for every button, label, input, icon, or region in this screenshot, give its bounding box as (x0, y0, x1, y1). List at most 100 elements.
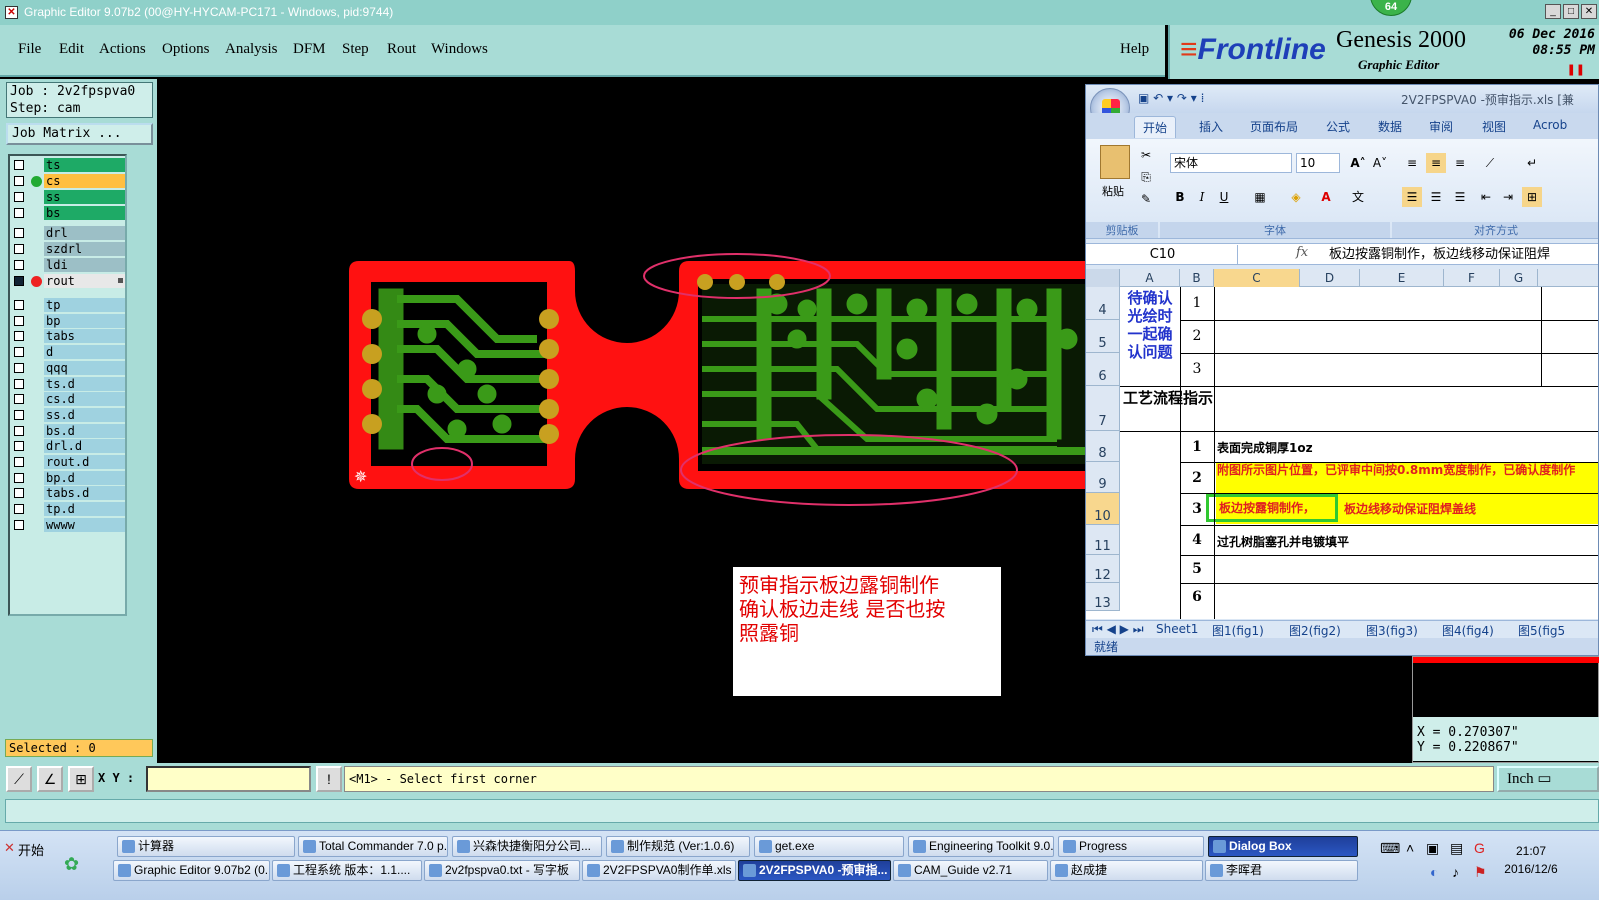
layer-row[interactable]: cs (12, 174, 125, 188)
taskbar-button[interactable]: Progress (1058, 836, 1204, 857)
cell-text-highlighted[interactable]: 附图所示图片位置，已评审中间按0.8mm宽度制作，已确认度制作 (1216, 463, 1598, 493)
column-header[interactable]: F (1444, 269, 1500, 287)
layer-row[interactable]: bp (12, 313, 125, 328)
layer-checkbox[interactable] (14, 192, 24, 202)
font-name-select[interactable]: 宋体 (1170, 153, 1292, 173)
align-top-icon[interactable]: ≡ (1402, 153, 1422, 173)
menu-dfm[interactable]: DFM (293, 41, 326, 58)
bold-button[interactable]: B (1170, 187, 1190, 207)
align-bottom-icon[interactable]: ≡ (1450, 153, 1470, 173)
tab-page-layout[interactable]: 页面布局 (1250, 118, 1298, 135)
tray-keyboard-icon[interactable]: ⌨ (1380, 840, 1400, 857)
item-number[interactable]: 4 (1182, 532, 1212, 548)
item-number[interactable]: 1 (1182, 295, 1212, 311)
layer-name[interactable]: bp.d (44, 470, 125, 485)
layer-row[interactable]: wwww (12, 517, 125, 532)
tray-clock[interactable]: 21:07 2016/12/6 (1496, 842, 1566, 878)
sheet-tab[interactable]: 图3(fig3) (1366, 622, 1418, 639)
layer-checkbox[interactable] (14, 208, 24, 218)
layer-row[interactable]: tp.d (12, 502, 125, 517)
layer-row[interactable]: tabs.d (12, 486, 125, 501)
excel-window[interactable]: ▣ ↶ ▾ ↷ ▾ ⁞ 2V2FPSPVA0 -预审指示.xls [兼 开始 插… (1085, 84, 1599, 656)
layer-name[interactable]: d (44, 345, 125, 360)
layer-name[interactable]: ts.d (44, 376, 125, 391)
row-header[interactable]: 7 (1086, 386, 1120, 431)
cell-text[interactable]: 表面完成铜厚1oz (1217, 439, 1598, 456)
layer-row[interactable]: bs (12, 206, 125, 220)
layer-checkbox[interactable] (14, 488, 24, 499)
layer-name[interactable]: tabs.d (44, 486, 125, 501)
layer-checkbox[interactable] (14, 362, 24, 373)
tab-review[interactable]: 审阅 (1429, 118, 1453, 135)
row-header[interactable]: 6 (1086, 353, 1120, 386)
layer-row[interactable]: ldi (12, 258, 125, 272)
taskbar-button[interactable]: 工程系统 版本：1.1.... (272, 860, 422, 881)
item-number[interactable]: 2 (1182, 470, 1212, 486)
spreadsheet-grid[interactable]: A B C D E F G 4 5 6 7 8 9 10 11 12 13 待确… (1086, 269, 1598, 619)
tab-acrobat[interactable]: Acrob (1533, 118, 1567, 132)
layer-row[interactable]: tabs (12, 329, 125, 344)
layer-row[interactable]: drl.d (12, 439, 125, 454)
phonetic-icon[interactable]: 文 (1348, 187, 1368, 207)
name-box[interactable]: C10 (1088, 245, 1238, 264)
layer-row[interactable]: ss.d (12, 407, 125, 422)
layer-name[interactable]: cs (44, 174, 125, 188)
align-left-icon[interactable]: ☰ (1402, 187, 1422, 207)
layer-name[interactable]: tp.d (44, 502, 125, 517)
row-header[interactable]: 5 (1086, 320, 1120, 353)
tab-insert[interactable]: 插入 (1199, 118, 1223, 135)
layer-checkbox[interactable] (14, 472, 24, 483)
layer-checkbox[interactable] (14, 260, 24, 270)
layer-row[interactable]: ts (12, 158, 125, 172)
selected-cell-c10[interactable]: 板边按露铜制作， (1206, 494, 1338, 522)
italic-button[interactable]: I (1192, 187, 1212, 207)
row-header[interactable]: 12 (1086, 555, 1120, 583)
snap-icon[interactable]: ⟋ (6, 766, 32, 792)
format-painter-icon[interactable]: ✎ (1136, 189, 1156, 209)
quick-launch-icon[interactable]: ✿ (64, 854, 79, 875)
pause-icon[interactable]: ❚❚ (1567, 63, 1585, 76)
row-header[interactable]: 13 (1086, 583, 1120, 611)
measure-icon[interactable]: ∠ (37, 766, 63, 792)
layer-name[interactable]: bs (44, 206, 125, 220)
row-header[interactable]: 8 (1086, 431, 1120, 462)
taskbar-button[interactable]: 2V2FPSPVA0制作单.xls ... (582, 860, 736, 881)
item-number[interactable]: 2 (1182, 328, 1212, 344)
layer-checkbox[interactable] (14, 160, 24, 170)
align-middle-icon[interactable]: ≡ (1426, 153, 1446, 173)
layer-row[interactable]: ts.d (12, 376, 125, 391)
minimize-button[interactable]: _ (1545, 4, 1561, 19)
layer-checkbox[interactable] (14, 176, 24, 186)
menu-actions[interactable]: Actions (99, 41, 146, 58)
layer-name[interactable]: ss (44, 190, 125, 204)
taskbar-button[interactable]: 李晖君 (1205, 860, 1358, 881)
sheet-tab[interactable]: 图5(fig5 (1518, 622, 1565, 639)
layer-checkbox[interactable] (14, 425, 24, 436)
fill-color-icon[interactable]: ◈ (1286, 187, 1306, 207)
maximize-button[interactable]: □ (1563, 4, 1579, 19)
job-matrix-button[interactable]: Job Matrix ... (6, 123, 153, 145)
tray-chevron-icon[interactable]: ˄ (1406, 840, 1414, 856)
item-number[interactable]: 3 (1182, 361, 1212, 377)
layer-checkbox[interactable] (14, 228, 24, 238)
layer-name[interactable]: drl.d (44, 439, 125, 454)
layer-row[interactable]: rout.d (12, 455, 125, 469)
menu-step[interactable]: Step (342, 41, 369, 58)
layer-name[interactable]: cs.d (44, 392, 125, 407)
taskbar-button[interactable]: Graphic Editor 9.07b2 (0... (113, 860, 270, 881)
layer-row[interactable]: ss (12, 190, 125, 204)
tray-app-icon[interactable]: G (1474, 840, 1485, 856)
item-number[interactable]: 5 (1182, 561, 1212, 577)
layer-row[interactable]: drl (12, 226, 125, 240)
taskbar-button[interactable]: 制作规范 (Ver:1.0.6) (606, 836, 750, 857)
units-button[interactable]: Inch ▭ (1497, 766, 1599, 792)
layer-checkbox[interactable] (14, 378, 24, 389)
layer-name[interactable]: bs.d (44, 423, 125, 438)
layer-name[interactable]: ts (44, 158, 125, 172)
wrap-text-icon[interactable]: ↵ (1522, 153, 1542, 173)
tray-flag-icon[interactable]: ⚑ (1474, 864, 1487, 881)
column-header[interactable]: C (1214, 269, 1300, 287)
column-header[interactable]: G (1500, 269, 1538, 287)
layer-checkbox[interactable] (14, 244, 24, 254)
taskbar-button[interactable]: Dialog Box (1208, 836, 1358, 857)
